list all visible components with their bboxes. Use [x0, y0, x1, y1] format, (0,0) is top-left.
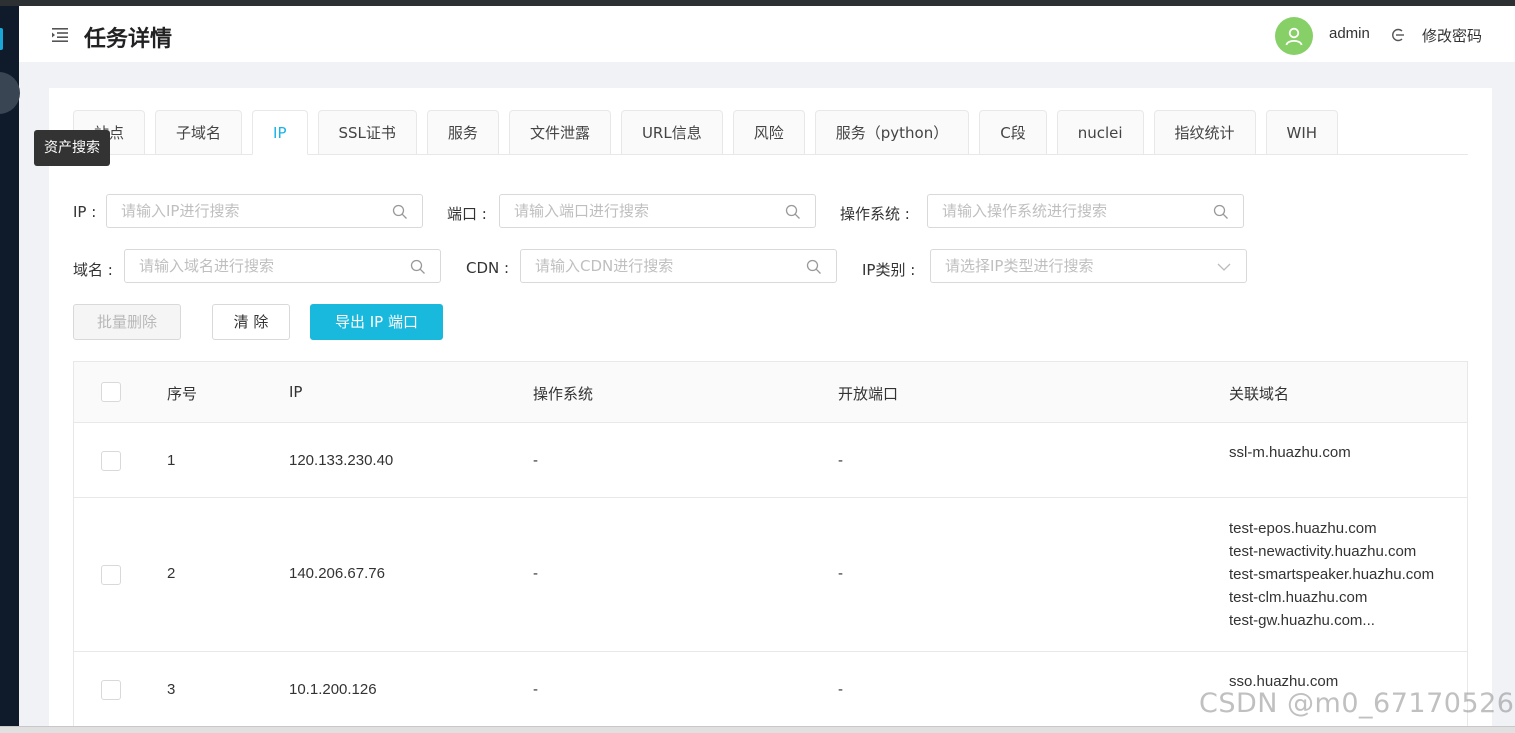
column-header-index: 序号 — [167, 385, 198, 403]
row-related-domains: ssl-m.huazhu.com — [1229, 441, 1351, 464]
row-checkbox[interactable] — [101, 680, 121, 700]
table-header: 序号 IP 操作系统 开放端口 关联域名 — [74, 362, 1467, 423]
row-index: 1 — [167, 452, 176, 469]
content-card: 站点子域名IPSSL证书服务文件泄露URL信息风险服务（python）C段nuc… — [49, 88, 1492, 733]
tab-nuclei[interactable]: nuclei — [1056, 110, 1144, 155]
column-header-open-ports: 开放端口 — [838, 385, 899, 403]
tab-item-1[interactable]: 子域名 — [155, 110, 243, 155]
table-row[interactable]: 2 140.206.67.76 - - test-epos.huazhu.com… — [74, 498, 1467, 652]
clear-button[interactable]: 清 除 — [212, 304, 290, 340]
row-checkbox[interactable] — [101, 451, 121, 471]
batch-delete-button[interactable]: 批量删除 — [73, 304, 181, 340]
search-icon[interactable] — [410, 259, 426, 275]
domain-search-field[interactable] — [124, 249, 441, 283]
page-title: 任务详情 — [84, 27, 173, 52]
window-bottom-strip — [0, 726, 1515, 733]
chevron-down-icon[interactable] — [1216, 259, 1232, 275]
header: 任务详情 admin 修改密码 — [19, 6, 1515, 62]
sidebar-active-indicator — [0, 28, 3, 50]
domain-item: test-gw.huazhu.com... — [1229, 612, 1375, 629]
port-filter-label: 端口 : — [447, 205, 487, 223]
domain-item: ssl-m.huazhu.com — [1229, 444, 1351, 461]
cdn-search-field[interactable] — [520, 249, 837, 283]
tab-item-5[interactable]: 文件泄露 — [508, 110, 611, 155]
tooltip: 资产搜索 — [34, 130, 110, 166]
tab-ssl[interactable]: SSL证书 — [317, 110, 417, 155]
export-ip-port-button[interactable]: 导出 IP 端口 — [310, 304, 443, 340]
row-index: 2 — [167, 565, 176, 582]
domain-search-input[interactable] — [125, 250, 400, 282]
column-header-ip: IP — [289, 383, 303, 401]
row-ip: 10.1.200.126 — [289, 681, 377, 698]
port-search-input[interactable] — [500, 195, 775, 227]
tab-item-7[interactable]: 风险 — [732, 110, 805, 155]
ip-type-filter-label: IP类别 : — [862, 261, 916, 279]
search-icon[interactable] — [785, 204, 801, 220]
os-filter-label: 操作系统 : — [840, 205, 910, 223]
tab-url[interactable]: URL信息 — [620, 110, 723, 155]
row-os: - — [533, 565, 538, 582]
tab-c[interactable]: C段 — [979, 110, 1047, 155]
domain-filter-label: 域名 : — [73, 261, 113, 279]
row-open-ports: - — [838, 452, 843, 469]
sidebar — [0, 6, 20, 733]
row-open-ports: - — [838, 565, 843, 582]
column-header-related-domains: 关联域名 — [1229, 385, 1290, 403]
avatar[interactable] — [1275, 17, 1313, 55]
domain-item: test-newactivity.huazhu.com — [1229, 543, 1417, 560]
tab-item-4[interactable]: 服务 — [426, 110, 499, 155]
sidebar-menu-item-asset-search[interactable] — [0, 72, 20, 114]
row-ip: 120.133.230.40 — [289, 452, 394, 469]
port-search-field[interactable] — [499, 194, 816, 228]
change-password-link[interactable]: 修改密码 — [1422, 25, 1482, 46]
menu-fold-icon[interactable] — [52, 28, 68, 42]
tab-wih[interactable]: WIH — [1265, 110, 1339, 155]
os-search-input[interactable] — [928, 195, 1203, 227]
table-row[interactable]: 1 120.133.230.40 - - ssl-m.huazhu.com — [74, 423, 1467, 498]
ip-filter-label: IP : — [73, 203, 97, 221]
username[interactable]: admin — [1329, 25, 1370, 42]
cdn-filter-label: CDN : — [466, 259, 510, 277]
search-icon[interactable] — [806, 259, 822, 275]
domain-item: test-epos.huazhu.com — [1229, 520, 1377, 537]
row-related-domains: test-epos.huazhu.com test-newactivity.hu… — [1229, 517, 1434, 632]
watermark: CSDN @m0_67170526 — [1199, 688, 1515, 719]
os-search-field[interactable] — [927, 194, 1244, 228]
column-header-os: 操作系统 — [533, 385, 594, 403]
ip-search-input[interactable] — [107, 195, 382, 227]
ip-type-select-input[interactable] — [931, 250, 1206, 282]
select-all-checkbox[interactable] — [101, 382, 121, 402]
row-index: 3 — [167, 681, 176, 698]
row-os: - — [533, 452, 538, 469]
tab-ip[interactable]: IP — [252, 110, 308, 155]
row-ip: 140.206.67.76 — [289, 565, 385, 582]
search-icon[interactable] — [392, 204, 408, 220]
ip-search-field[interactable] — [106, 194, 423, 228]
search-icon[interactable] — [1213, 204, 1229, 220]
domain-item: test-clm.huazhu.com — [1229, 589, 1368, 606]
domain-item: test-smartspeaker.huazhu.com — [1229, 566, 1435, 583]
tab-bar: 站点子域名IPSSL证书服务文件泄露URL信息风险服务（python）C段nuc… — [73, 110, 1348, 155]
user-icon — [1285, 27, 1303, 46]
cdn-search-input[interactable] — [521, 250, 796, 282]
row-checkbox[interactable] — [101, 565, 121, 585]
ip-type-select[interactable] — [930, 249, 1247, 283]
tab-python[interactable]: 服务（python） — [814, 110, 970, 155]
tab-item-11[interactable]: 指纹统计 — [1153, 110, 1256, 155]
logout-icon[interactable] — [1391, 28, 1405, 42]
row-os: - — [533, 681, 538, 698]
ip-table: 序号 IP 操作系统 开放端口 关联域名 1 120.133.230.40 - … — [73, 361, 1468, 733]
row-open-ports: - — [838, 681, 843, 698]
